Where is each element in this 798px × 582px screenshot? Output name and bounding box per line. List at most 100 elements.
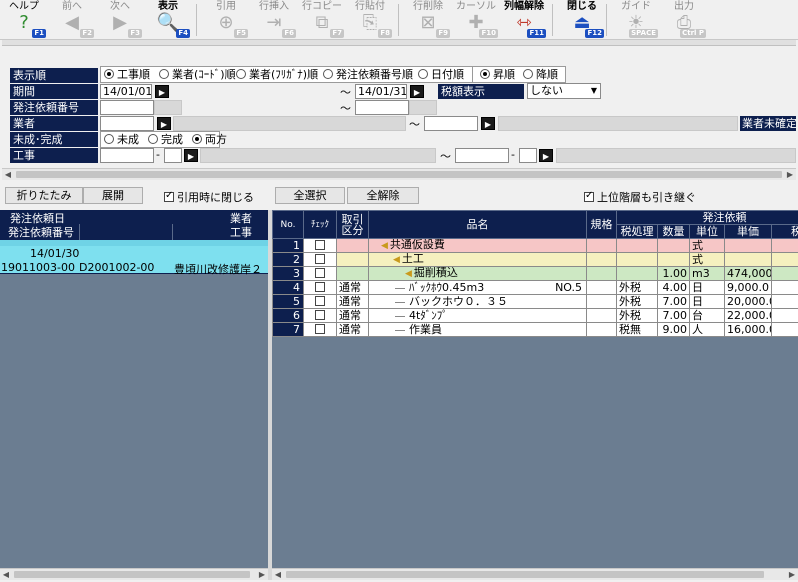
scroll-right-icon[interactable]: ▶	[784, 169, 796, 180]
checkbox-icon[interactable]	[315, 267, 325, 278]
radio-icon[interactable]	[323, 69, 333, 79]
row-checkbox[interactable]	[303, 280, 337, 295]
project-to-sub-input[interactable]	[519, 148, 537, 163]
row-checkbox[interactable]	[303, 238, 337, 253]
toolbar-button-arrow-left[interactable]: 前へ ◀ F2	[50, 0, 94, 40]
table-row[interactable]: 2 ◀土工 式 4	[272, 252, 798, 267]
row-checkbox[interactable]	[303, 322, 337, 337]
select-all-button[interactable]: 全選択	[275, 187, 345, 204]
checkbox-icon[interactable]	[315, 323, 325, 334]
status-option-radio[interactable]: 両方	[192, 132, 227, 147]
toolbar-button-cursor[interactable]: カーソル ✚ F10	[454, 0, 498, 40]
row-tax-amount: 4	[770, 238, 798, 253]
vendor-from-input[interactable]	[100, 116, 154, 131]
left-hscroll-thumb[interactable]	[14, 571, 250, 578]
table-row[interactable]: 6 通常 4tﾀﾞﾝﾌﾟ 外税7.00台22,000.01	[272, 308, 798, 323]
folder-icon[interactable]: ◀	[381, 241, 388, 251]
radio-icon[interactable]	[523, 69, 533, 79]
radio-icon[interactable]	[192, 134, 202, 144]
folder-icon[interactable]: ◀	[405, 269, 412, 279]
project-from-search-button[interactable]: ▶	[184, 149, 198, 162]
scroll-left-icon[interactable]: ◀	[2, 169, 14, 180]
order-row[interactable]: 14/01/30 19011003-00 D2001002-00 豊頃川改修護岸…	[0, 246, 268, 276]
table-row[interactable]: 4 通常 ﾊﾞｯｸﾎｳ0.45m3 NO.5 外税 4.00 日 9,000.0	[272, 280, 798, 295]
sort-option-radio[interactable]: 日付順	[418, 67, 464, 82]
toolbar-button-close[interactable]: 閉じる ⏏ F12	[560, 0, 604, 40]
table-row[interactable]: 7 通常 作業員 税無9.00人16,000.01	[272, 322, 798, 337]
toolbar-button-row-insert[interactable]: 行挿入 ⇥ F6	[252, 0, 296, 40]
toolbar-button-lightbulb[interactable]: ガイド ☀ SPACE	[614, 0, 658, 40]
toolbar-button-row-paste[interactable]: 行貼付 ⎘ F8	[348, 0, 392, 40]
toolbar-button-quote[interactable]: 引用 ⊕ F5	[204, 0, 248, 40]
left-hscrollbar[interactable]: ◀ ▶	[0, 568, 268, 580]
order-no-to-input[interactable]	[355, 100, 409, 115]
vendor-to-input[interactable]	[424, 116, 478, 131]
right-hscroll-thumb[interactable]	[286, 571, 764, 578]
radio-icon[interactable]	[236, 69, 246, 79]
scroll-left-icon[interactable]: ◀	[0, 569, 12, 580]
checkbox-icon[interactable]	[584, 190, 594, 202]
radio-icon[interactable]	[104, 69, 114, 79]
toolbar-button-arrow-right[interactable]: 次へ ▶ F3	[98, 0, 142, 40]
table-row[interactable]: 3 ◀掘削積込 1.00m3474,0004	[272, 266, 798, 281]
radio-icon[interactable]	[148, 134, 158, 144]
table-row[interactable]: 1 ◀共通仮設費 式 4	[272, 238, 798, 253]
close-on-quote-checkbox[interactable]: 引用時に閉じる	[164, 189, 254, 205]
scroll-left-icon[interactable]: ◀	[272, 569, 284, 580]
sort-option-radio[interactable]: 業者(ｺｰﾄﾞ)順	[159, 67, 236, 82]
row-checkbox[interactable]	[303, 308, 337, 323]
deselect-all-button[interactable]: 全解除	[347, 187, 419, 204]
direction-option-radio[interactable]: 昇順	[480, 67, 515, 82]
radio-icon[interactable]	[104, 134, 114, 144]
radio-icon[interactable]	[480, 69, 490, 79]
checkbox-icon[interactable]	[315, 295, 325, 306]
sort-option-radio[interactable]: 工事順	[104, 67, 150, 82]
toolbar-button-row-delete[interactable]: 行削除 ⊠ F9	[406, 0, 450, 40]
sort-option-radio[interactable]: 発注依頼番号順	[323, 67, 413, 82]
toolbar-button-magnifier[interactable]: 表示 🔍 F4	[146, 0, 190, 40]
filter-hscrollbar[interactable]: ◀ ▶	[2, 168, 796, 180]
toolbar-button-help[interactable]: ヘルプ? F1	[2, 0, 46, 40]
tax-display-select[interactable]: しない ▼	[527, 83, 601, 99]
checkbox-icon[interactable]	[315, 239, 325, 250]
period-from-input[interactable]: 14/01/01	[100, 84, 152, 99]
radio-icon[interactable]	[418, 69, 428, 79]
row-checkbox[interactable]	[303, 252, 337, 267]
period-to-picker-button[interactable]: ▶	[410, 85, 424, 98]
scroll-right-icon[interactable]: ▶	[256, 569, 268, 580]
project-to-input[interactable]	[455, 148, 509, 163]
table-row[interactable]: 5 通常 バックホウ０．３５ 外税7.00日20,000.01	[272, 294, 798, 309]
row-checkbox[interactable]	[303, 294, 337, 309]
filter-hscroll-thumb[interactable]	[16, 171, 782, 178]
checkbox-icon[interactable]	[315, 281, 325, 292]
toolbar-button-row-copy[interactable]: 行コピー ⧉ F7	[300, 0, 344, 40]
status-option-radio[interactable]: 完成	[148, 132, 183, 147]
project-to-search-button[interactable]: ▶	[539, 149, 553, 162]
order-no-from-input[interactable]	[100, 100, 154, 115]
expand-button[interactable]: 展開	[83, 187, 143, 204]
top-hscroll[interactable]	[2, 40, 796, 46]
checkbox-icon[interactable]	[315, 253, 325, 264]
project-from-input[interactable]	[100, 148, 154, 163]
checkbox-icon[interactable]	[315, 309, 325, 320]
project-from-sub-input[interactable]	[164, 148, 182, 163]
toolbar-button-column-width[interactable]: 列幅解除 ⇿ F11	[502, 0, 546, 40]
row-checkbox[interactable]	[303, 266, 337, 281]
sort-option-radio[interactable]: 業者(ﾌﾘｶﾞﾅ)順	[236, 67, 318, 82]
scroll-right-icon[interactable]: ▶	[786, 569, 798, 580]
row-unit: 台	[689, 308, 725, 323]
vendor-to-search-button[interactable]: ▶	[481, 117, 495, 130]
period-to-input[interactable]: 14/01/31	[355, 84, 407, 99]
toolbar-button-print[interactable]: 出力 ⎙ Ctrl P	[662, 0, 706, 40]
folder-icon[interactable]: ◀	[393, 255, 400, 265]
vendor-from-search-button[interactable]: ▶	[157, 117, 171, 130]
collapse-button[interactable]: 折りたたみ	[5, 187, 83, 204]
radio-icon[interactable]	[159, 69, 169, 79]
tree-line	[395, 288, 405, 289]
direction-option-radio[interactable]: 降順	[523, 67, 558, 82]
right-hscrollbar[interactable]: ◀ ▶	[272, 568, 798, 580]
checkbox-icon[interactable]	[164, 190, 174, 202]
status-option-radio[interactable]: 未成	[104, 132, 139, 147]
period-from-picker-button[interactable]: ▶	[155, 85, 169, 98]
inherit-parent-checkbox[interactable]: 上位階層も引き継ぐ	[584, 189, 696, 205]
